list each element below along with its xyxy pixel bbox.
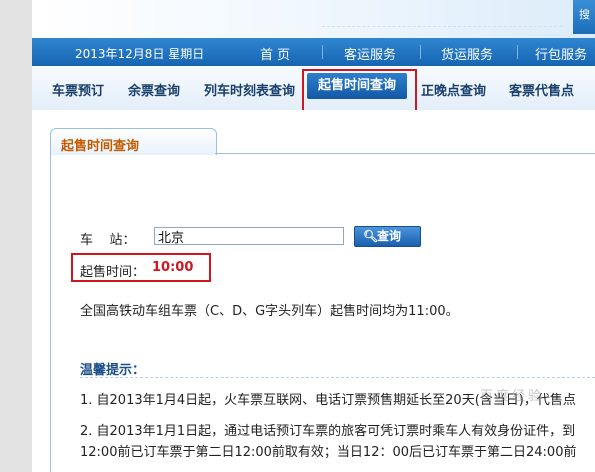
panel-divider — [215, 153, 595, 154]
nav-luggage[interactable]: 行包服务 — [535, 44, 587, 63]
watermark: 百度经验 — [480, 389, 545, 404]
tab-ticket-booking[interactable]: 车票预订 — [52, 80, 104, 99]
query-button-label: 查询 — [377, 229, 402, 243]
search-icon: 🔍︎ — [363, 229, 379, 243]
tip-item: 12:00前已订车票于第二日12:00前取有效；当日12：00后已订车票于第二日… — [80, 445, 577, 460]
nav-separator — [420, 45, 421, 59]
sale-time-highlight — [71, 253, 211, 282]
banner-corner[interactable]: 搜 — [573, 0, 595, 34]
nav-separator — [517, 45, 518, 59]
banner-decoration — [322, 16, 562, 27]
current-date: 2013年12月8日 星期日 — [75, 47, 205, 61]
panel-header: 起售时间查询 — [50, 128, 595, 155]
query-button[interactable]: 🔍︎ 查询 — [354, 226, 421, 247]
nav-freight[interactable]: 货运服务 — [441, 44, 493, 63]
tab-remaining-tickets[interactable]: 余票查询 — [128, 80, 180, 99]
high-speed-notice: 全国高铁动车组车票（C、D、G字头列车）起售时间均为11:00。 — [80, 304, 459, 319]
station-input[interactable] — [154, 227, 344, 245]
top-banner: 搜 — [32, 0, 595, 38]
left-margin — [0, 0, 32, 472]
nav-passenger[interactable]: 客运服务 — [344, 44, 396, 63]
tab-delay-query[interactable]: 正晚点查询 — [421, 80, 486, 99]
main-nav: 2013年12月8日 星期日 首 页 客运服务 货运服务 行包服务 — [32, 38, 595, 66]
tab-agency-outlets[interactable]: 客票代售点 — [509, 80, 574, 99]
tips-divider — [80, 377, 595, 379]
nav-home[interactable]: 首 页 — [260, 44, 290, 63]
corner-label: 搜 — [579, 8, 590, 21]
tip-item: 2. 自2013年1月1日起，通过电话预订车票的旅客可凭订票时乘车人有效身份证件… — [80, 424, 576, 439]
panel-title: 起售时间查询 — [61, 139, 140, 154]
active-tab-highlight — [302, 69, 417, 112]
panel-tab: 起售时间查询 — [50, 128, 217, 155]
tab-timetable[interactable]: 列车时刻表查询 — [204, 80, 295, 99]
tips-title: 温馨提示： — [80, 363, 146, 378]
nav-separator — [322, 45, 323, 59]
station-label: 车 站： — [80, 233, 136, 248]
